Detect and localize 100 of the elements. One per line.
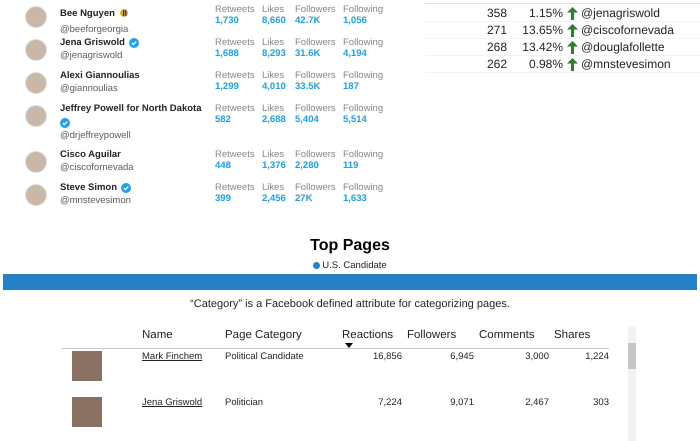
handle-cell-text: @mnstevesimon bbox=[580, 57, 672, 71]
stat-label: Following bbox=[343, 103, 384, 114]
shares-cell-text: 1,224 bbox=[584, 350, 609, 364]
stat-value: 187 bbox=[343, 81, 360, 92]
stat-label: Likes bbox=[262, 4, 286, 15]
stat-value: 399 bbox=[215, 193, 232, 204]
avatar bbox=[25, 151, 47, 173]
stat-label: Followers bbox=[295, 182, 337, 193]
up-arrow-icon bbox=[567, 6, 578, 20]
stat-value: 8,293 bbox=[262, 48, 287, 59]
stat-label: Retweets bbox=[215, 37, 256, 48]
followers-cell-text: 9,071 bbox=[449, 396, 474, 410]
stat-value: 1,730 bbox=[215, 15, 240, 26]
avatar bbox=[25, 105, 47, 127]
count-cell-text: 262 bbox=[486, 57, 507, 71]
stat-label: Followers bbox=[295, 70, 337, 81]
section-title: Top Pages bbox=[309, 237, 391, 255]
scrollbar[interactable] bbox=[628, 327, 636, 441]
stat-value: 31.6K bbox=[295, 48, 322, 59]
followers-cell-text: 6,945 bbox=[449, 350, 474, 364]
stat-label: Retweets bbox=[215, 149, 256, 160]
up-arrow-icon bbox=[567, 40, 578, 54]
shares-cell-text: 303 bbox=[592, 396, 609, 410]
stat-value: 4,194 bbox=[343, 48, 368, 59]
stat-label: Following bbox=[343, 70, 384, 81]
column-header[interactable]: Reactions bbox=[342, 327, 402, 349]
comments-cell-text: 2,467 bbox=[524, 396, 549, 410]
stat-label: Following bbox=[343, 37, 384, 48]
account-name: Jena Griswold bbox=[60, 37, 125, 48]
stat-value: 4,010 bbox=[262, 81, 287, 92]
stat-value: 2,280 bbox=[295, 160, 320, 171]
stat-label: Likes bbox=[262, 103, 286, 114]
stat-label: Followers bbox=[295, 103, 337, 114]
column-header[interactable]: Name bbox=[142, 327, 225, 349]
stat-value: 33.5K bbox=[295, 81, 322, 92]
handle-cell-text: @jenagriswold bbox=[580, 6, 661, 20]
photo-placeholder bbox=[72, 397, 102, 427]
stat-value: 1,299 bbox=[215, 81, 240, 92]
stat-label: Retweets bbox=[215, 103, 256, 114]
stat-label: Likes bbox=[262, 149, 286, 160]
stat-value: 448 bbox=[215, 160, 232, 171]
account-handle: @ciscofornevada bbox=[60, 162, 135, 173]
avatar bbox=[25, 39, 47, 61]
handle-cell-text: @ciscofornevada bbox=[580, 23, 675, 37]
stat-label: Following bbox=[343, 182, 384, 193]
count-cell-text: 268 bbox=[486, 40, 507, 54]
stat-value: 5,514 bbox=[343, 114, 368, 125]
stat-label: Retweets bbox=[215, 70, 256, 81]
bee-icon bbox=[118, 8, 129, 17]
stat-value: 1,376 bbox=[262, 160, 287, 171]
account-name: Jeffrey Powell for North Dakota bbox=[60, 103, 202, 114]
account-handle: @drjeffreypowell bbox=[60, 130, 132, 141]
reactions-cell-text: 7,224 bbox=[377, 396, 402, 410]
stat-label: Likes bbox=[262, 182, 286, 193]
change-cell-text: 1.15% bbox=[528, 6, 563, 20]
stat-value: 2,688 bbox=[262, 114, 287, 125]
account-handle: @jenagriswold bbox=[60, 50, 124, 61]
account-handle: @mnstevesimon bbox=[60, 195, 132, 206]
stat-value: 2,456 bbox=[262, 193, 287, 204]
column-header[interactable]: Page Category bbox=[225, 327, 342, 349]
stat-label: Likes bbox=[262, 37, 286, 48]
scrollbar-thumb[interactable] bbox=[628, 343, 636, 369]
account-name: Bee Nguyen bbox=[60, 8, 115, 18]
sort-arrow-icon bbox=[345, 343, 353, 348]
category-cell-text: Political Candidate bbox=[225, 350, 305, 364]
handle-cell-text: @douglafollette bbox=[580, 40, 666, 54]
page-name-link[interactable]: Jena Griswold bbox=[142, 397, 202, 408]
column-header[interactable]: Followers bbox=[402, 327, 474, 349]
stat-label: Followers bbox=[295, 149, 337, 160]
stat-value: 1,056 bbox=[343, 15, 368, 26]
stat-label: Likes bbox=[262, 70, 286, 81]
verified-badge-icon bbox=[121, 182, 132, 192]
page-name-link[interactable]: Mark Finchem bbox=[142, 351, 202, 362]
stat-label: Retweets bbox=[215, 182, 256, 193]
avatar bbox=[25, 72, 47, 94]
stat-value: 8,660 bbox=[262, 15, 287, 26]
stat-value: 5,404 bbox=[295, 114, 320, 125]
comments-cell-text: 3,000 bbox=[524, 350, 549, 364]
stat-label: Retweets bbox=[215, 4, 256, 15]
stat-value: 42.7K bbox=[295, 15, 322, 26]
avatar bbox=[25, 6, 47, 28]
stat-value: 119 bbox=[343, 160, 360, 171]
column-header[interactable]: Shares bbox=[549, 327, 609, 349]
verified-badge-icon bbox=[60, 118, 70, 128]
change-cell-text: 13.42% bbox=[521, 40, 563, 54]
stat-value: 27K bbox=[295, 193, 314, 204]
legend-label: U.S. Candidate bbox=[322, 260, 387, 271]
reactions-cell-text: 16,856 bbox=[372, 350, 402, 364]
account-handle: @beeforgeorgia bbox=[60, 24, 130, 35]
category-cell-text: Politician bbox=[225, 396, 264, 410]
photo-placeholder bbox=[72, 351, 102, 381]
account-name: Cisco Aguilar bbox=[60, 149, 121, 160]
stat-value: 1,688 bbox=[215, 48, 240, 59]
stat-label: Followers bbox=[295, 37, 337, 48]
verified-badge-icon bbox=[128, 38, 139, 48]
count-cell-text: 271 bbox=[486, 23, 507, 37]
stat-label: Following bbox=[343, 4, 384, 15]
category-note: “Category” is a Facebook defined attribute for categorizing pages. bbox=[189, 298, 511, 310]
column-header[interactable]: Comments bbox=[474, 327, 549, 349]
up-arrow-icon bbox=[567, 58, 578, 70]
